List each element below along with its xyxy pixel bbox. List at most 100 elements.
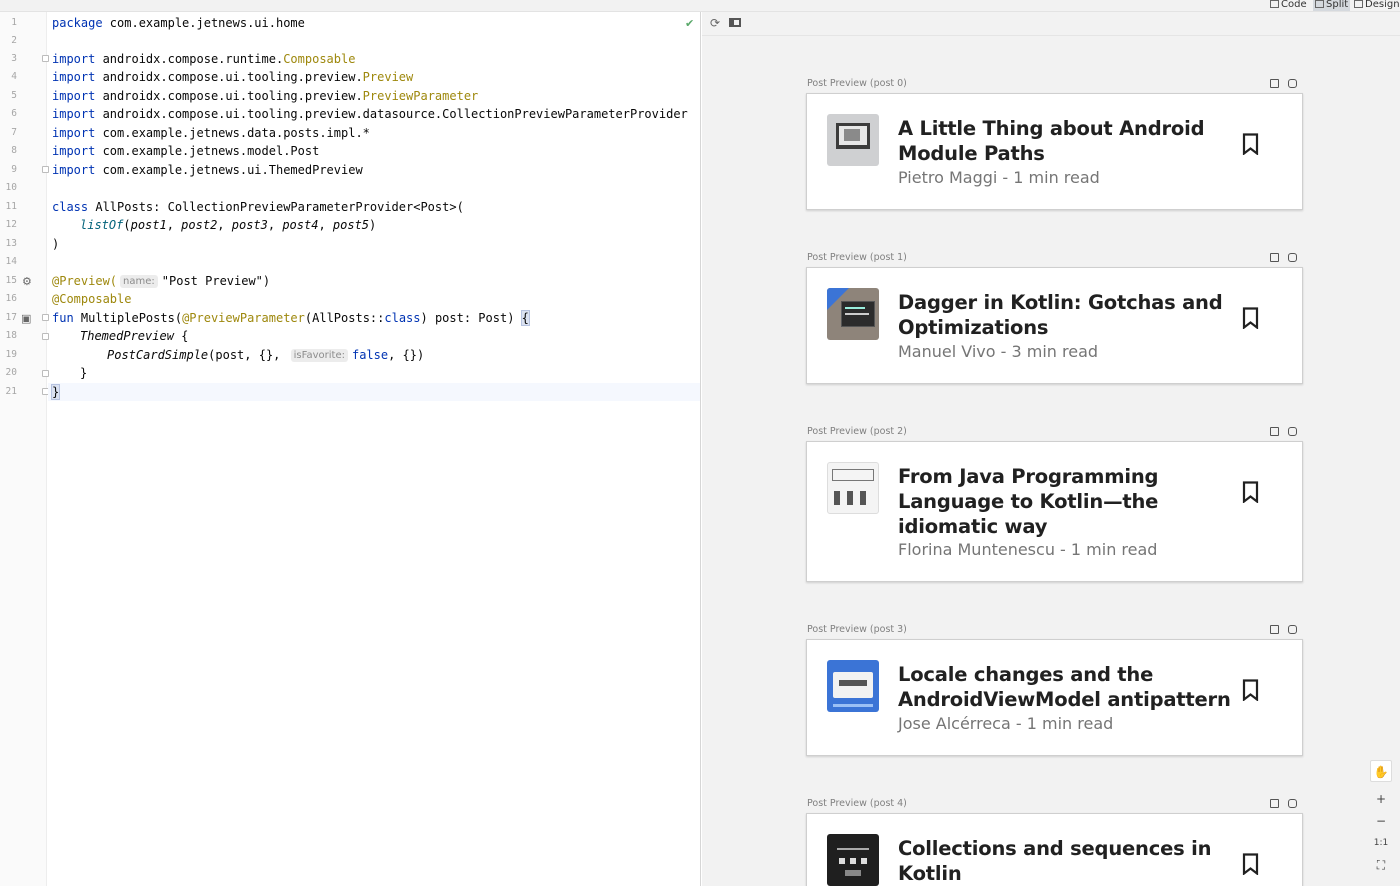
code-line: class AllPosts: CollectionPreviewParamet… (52, 200, 464, 214)
fold-marker[interactable] (42, 370, 49, 377)
run-preview-icon[interactable]: ▣ (21, 312, 31, 326)
sketch-diagram-thumb (827, 462, 879, 514)
matched-brace: } (50, 384, 61, 400)
code-mode-label: Code (1281, 0, 1307, 10)
code-editor[interactable]: 1 2 3 4 5 6 7 8 9 10 11 12 13 14 15 16 1… (0, 12, 701, 886)
design-mode-button[interactable]: Design (1354, 0, 1400, 11)
fold-marker[interactable] (42, 166, 49, 173)
interactive-mode-icon[interactable] (1270, 253, 1279, 262)
editor-gutter: 1 2 3 4 5 6 7 8 9 10 11 12 13 14 15 16 1… (0, 12, 49, 886)
preview-caption: Post Preview (post 1) (807, 252, 907, 263)
parameter-hint: isFavorite: (290, 349, 348, 362)
code-line: @Preview(name: "Post Preview") (52, 274, 271, 288)
zoom-toolbar: ✋ + − 1:1 ⛶ (1370, 760, 1392, 876)
fit-screen-icon[interactable]: ⛶ (1370, 854, 1392, 876)
text-cursor (59, 385, 61, 399)
interactive-mode-icon[interactable] (1270, 799, 1279, 808)
post-card[interactable]: Collections and sequences in Kotlin (806, 813, 1303, 886)
interactive-mode-icon[interactable] (1270, 79, 1279, 88)
post-meta: Jose Alcérreca - 1 min read (898, 714, 1114, 733)
line-number: 13 (5, 238, 17, 249)
post-title: Dagger in Kotlin: Gotchas and Optimizati… (898, 291, 1223, 339)
line-number: 21 (5, 386, 17, 397)
line-number: 9 (11, 164, 17, 175)
preview-caption: Post Preview (post 3) (807, 624, 907, 635)
hand-icon[interactable]: ✋ (1370, 760, 1392, 782)
interactive-mode-icon[interactable] (1270, 427, 1279, 436)
fold-marker[interactable] (42, 314, 49, 321)
compose-preview-pane[interactable]: ⟳ Post Preview (post 0) A Little Thing a… (702, 12, 1400, 886)
image-icon (1354, 0, 1363, 8)
post-card[interactable]: Locale changes and the AndroidViewModel … (806, 639, 1303, 756)
line-number: 10 (5, 182, 17, 193)
split-mode-button[interactable]: Split (1313, 0, 1351, 11)
parameter-hint: name: (120, 275, 158, 288)
matched-brace: { (520, 310, 530, 326)
code-line: import androidx.compose.runtime.Composab… (52, 52, 356, 66)
fold-marker[interactable] (42, 333, 49, 340)
post-title: A Little Thing about Android Module Path… (898, 117, 1205, 165)
line-number: 8 (11, 145, 17, 156)
code-line: ) (52, 237, 60, 251)
layout-icon[interactable] (729, 18, 741, 27)
preview-caption: Post Preview (post 0) (807, 78, 907, 89)
design-mode-label: Design (1365, 0, 1400, 10)
view-mode-bar: Code Split Design (0, 0, 1400, 12)
preview-caption: Post Preview (post 2) (807, 426, 907, 437)
line-number: 2 (11, 35, 17, 46)
deploy-device-icon[interactable] (1288, 79, 1297, 88)
code-line: listOf(post1, post2, post3, post4, post5… (80, 218, 377, 232)
split-icon (1315, 0, 1324, 8)
zoom-out-icon[interactable]: − (1370, 810, 1392, 832)
preview-toolbar: ⟳ (702, 12, 1400, 36)
line-number: 3 (11, 53, 17, 64)
post-meta: Manuel Vivo - 3 min read (898, 342, 1099, 361)
line-number: 1 (11, 17, 17, 28)
actual-size-icon[interactable]: 1:1 (1370, 832, 1392, 854)
refresh-icon[interactable]: ⟳ (710, 17, 720, 29)
line-number: 4 (11, 71, 17, 82)
bookmark-icon[interactable] (1242, 133, 1259, 155)
post-title: From Java Programming Language to Kotlin… (898, 465, 1159, 538)
zoom-in-icon[interactable]: + (1370, 788, 1392, 810)
bookmark-icon[interactable] (1242, 853, 1259, 875)
deploy-device-icon[interactable] (1288, 625, 1297, 634)
post-meta: Pietro Maggi - 1 min read (898, 168, 1100, 187)
check-icon: ✔ (685, 17, 695, 30)
line-number: 6 (11, 108, 17, 119)
line-number: 20 (5, 367, 17, 378)
line-number: 15 (5, 275, 17, 286)
code-screen-thumb (827, 288, 879, 340)
code-line: import com.example.jetnews.ui.ThemedPrev… (52, 163, 363, 177)
gear-icon[interactable]: ⚙ (22, 275, 32, 289)
line-number: 18 (5, 330, 17, 341)
code-line: import androidx.compose.ui.tooling.previ… (52, 107, 688, 121)
android-card-thumb (827, 660, 879, 712)
bookmark-icon[interactable] (1242, 307, 1259, 329)
code-line: package com.example.jetnews.ui.home (52, 16, 305, 30)
code-line: fun MultiplePosts(@PreviewParameter(AllP… (52, 310, 530, 326)
post-card[interactable]: From Java Programming Language to Kotlin… (806, 441, 1303, 582)
deploy-device-icon[interactable] (1288, 253, 1297, 262)
preview-caption: Post Preview (post 4) (807, 798, 907, 809)
current-line-highlight (48, 383, 700, 401)
interactive-mode-icon[interactable] (1270, 625, 1279, 634)
line-number: 16 (5, 293, 17, 304)
dark-diagram-thumb (827, 834, 879, 886)
code-line: } (50, 383, 61, 401)
post-title: Collections and sequences in Kotlin (898, 837, 1212, 885)
line-number: 19 (5, 349, 17, 360)
lines-icon (1270, 0, 1279, 8)
line-number: 12 (5, 219, 17, 230)
code-line: import com.example.jetnews.data.posts.im… (52, 126, 370, 140)
deploy-device-icon[interactable] (1288, 427, 1297, 436)
fold-marker[interactable] (42, 55, 49, 62)
deploy-device-icon[interactable] (1288, 799, 1297, 808)
post-card[interactable]: A Little Thing about Android Module Path… (806, 93, 1303, 210)
line-number: 11 (5, 201, 17, 212)
bookmark-icon[interactable] (1242, 679, 1259, 701)
post-card[interactable]: Dagger in Kotlin: Gotchas and Optimizati… (806, 267, 1303, 384)
code-mode-button[interactable]: Code (1270, 0, 1307, 11)
bookmark-icon[interactable] (1242, 481, 1259, 503)
folder-laptop-thumb (827, 114, 879, 166)
